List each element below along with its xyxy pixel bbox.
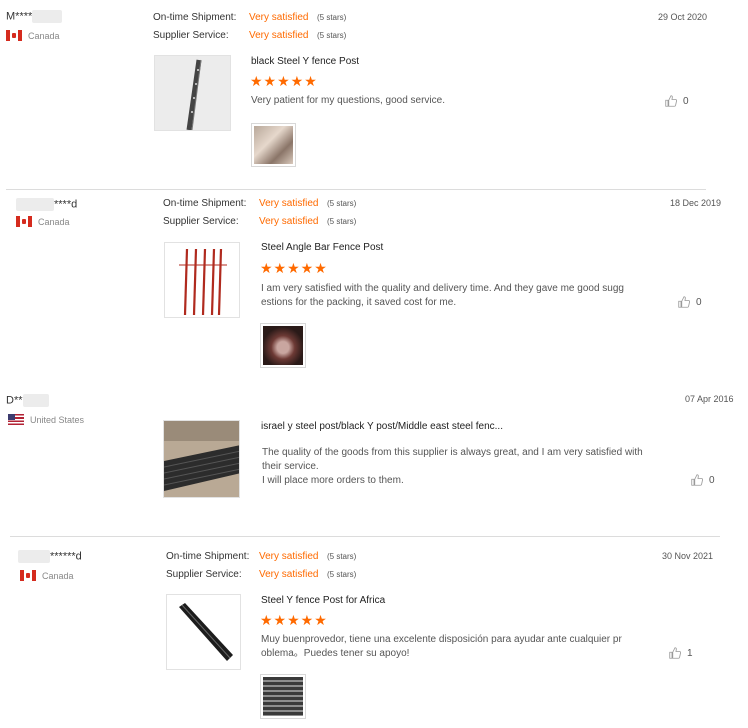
service-rating: Supplier Service: Very satisfied (5 stars) bbox=[163, 216, 357, 227]
review-date: 07 Apr 2016 bbox=[685, 394, 734, 404]
reviewer-country: United States bbox=[8, 414, 84, 425]
review-photo[interactable] bbox=[260, 323, 306, 368]
review-date: 30 Nov 2021 bbox=[662, 551, 714, 561]
review-comment: Very patient for my questions, good serv… bbox=[251, 95, 445, 106]
review-divider bbox=[10, 536, 720, 537]
product-title[interactable]: Steel Y fence Post for Africa bbox=[261, 595, 385, 606]
thumbs-up-icon bbox=[669, 647, 681, 659]
like-button[interactable]: 1 bbox=[669, 647, 693, 659]
masked-name bbox=[22, 394, 49, 407]
shipment-rating: On-time Shipment: Very satisfied (5 stars) bbox=[153, 12, 347, 23]
thumbs-up-icon bbox=[665, 95, 677, 107]
reviewer-country: Canada bbox=[6, 30, 60, 41]
product-title[interactable]: Steel Angle Bar Fence Post bbox=[261, 242, 383, 253]
review-photo[interactable] bbox=[260, 674, 306, 719]
thumbs-up-icon bbox=[691, 474, 703, 486]
product-image[interactable] bbox=[154, 55, 231, 131]
review-comment: The quality of the goods from this suppl… bbox=[262, 447, 643, 486]
like-button[interactable]: 0 bbox=[678, 296, 702, 308]
product-image[interactable] bbox=[164, 242, 240, 318]
product-title[interactable]: black Steel Y fence Post bbox=[251, 56, 359, 67]
masked-name bbox=[32, 10, 63, 23]
product-image[interactable] bbox=[163, 420, 240, 498]
reviewer-name: M**** bbox=[6, 10, 63, 23]
like-button[interactable]: 0 bbox=[665, 95, 689, 107]
service-rating: Supplier Service: Very satisfied (5 stars) bbox=[153, 30, 347, 41]
canada-flag-icon bbox=[20, 570, 36, 581]
reviewer-name: ****d bbox=[16, 198, 77, 211]
reviewer-country: Canada bbox=[20, 570, 74, 581]
star-rating: ★★★★★ bbox=[260, 612, 328, 628]
product-title[interactable]: israel y steel post/black Y post/Middle … bbox=[261, 421, 503, 432]
reviewer-name: ******d bbox=[18, 550, 82, 563]
review-date: 18 Dec 2019 bbox=[670, 198, 722, 208]
review-photo[interactable] bbox=[251, 123, 296, 167]
review-date: 29 Oct 2020 bbox=[658, 12, 708, 22]
product-image[interactable] bbox=[166, 594, 241, 670]
reviewer-country: Canada bbox=[16, 216, 70, 227]
united-states-flag-icon bbox=[8, 414, 24, 425]
thumbs-up-icon bbox=[678, 296, 690, 308]
canada-flag-icon bbox=[6, 30, 22, 41]
canada-flag-icon bbox=[16, 216, 32, 227]
masked-name bbox=[16, 198, 54, 211]
service-rating: Supplier Service: Very satisfied (5 stars) bbox=[166, 569, 357, 580]
star-rating: ★★★★★ bbox=[260, 260, 328, 276]
shipment-rating: On-time Shipment: Very satisfied (5 stars) bbox=[166, 551, 357, 562]
shipment-rating: On-time Shipment: Very satisfied (5 stars) bbox=[163, 198, 357, 209]
star-rating: ★★★★★ bbox=[250, 73, 318, 89]
review-comment: I am very satisfied with the quality and… bbox=[261, 283, 624, 308]
masked-name bbox=[18, 550, 50, 563]
review-divider bbox=[6, 189, 706, 190]
like-button[interactable]: 0 bbox=[691, 474, 715, 486]
reviewer-name: D** bbox=[6, 394, 49, 407]
review-comment: Muy buenprovedor, tiene una excelente di… bbox=[261, 634, 622, 659]
